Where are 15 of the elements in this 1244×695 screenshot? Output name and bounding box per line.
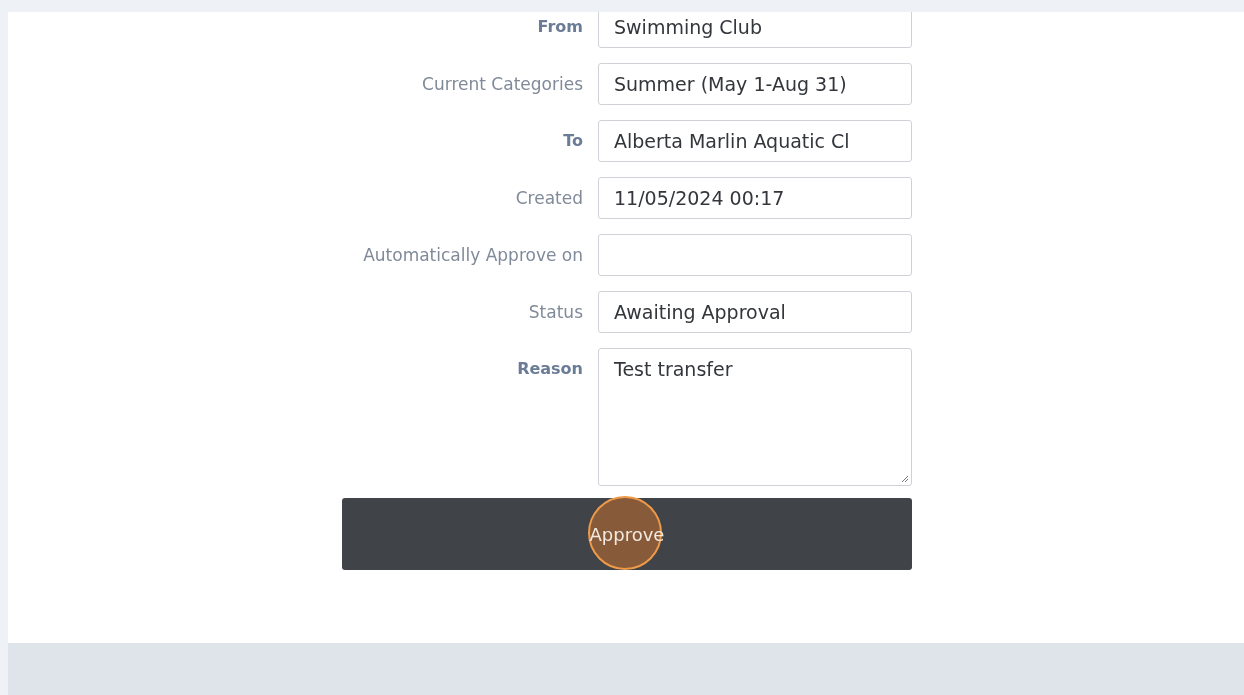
reason-textarea[interactable]: Test transfer [598, 348, 912, 486]
input-field[interactable]: Alberta Marlin Aquatic Cl [598, 120, 912, 162]
input-field[interactable]: Awaiting Approval [598, 291, 912, 333]
field-label: Status [528, 301, 583, 324]
input-field[interactable] [598, 234, 912, 276]
input-field[interactable]: Summer (May 1-Aug 31) [598, 63, 912, 105]
field-label: Automatically Approve on [363, 244, 583, 267]
field-label: To [563, 130, 583, 152]
input-field[interactable]: Swimming Club [598, 12, 912, 48]
resize-grip-icon[interactable] [899, 473, 909, 483]
field-label: Created [515, 187, 583, 210]
field-label: From [537, 16, 583, 38]
field-label: Reason [517, 358, 583, 380]
field-label: Current Categories [422, 73, 583, 96]
input-field[interactable]: 11/05/2024 00:17 [598, 177, 912, 219]
